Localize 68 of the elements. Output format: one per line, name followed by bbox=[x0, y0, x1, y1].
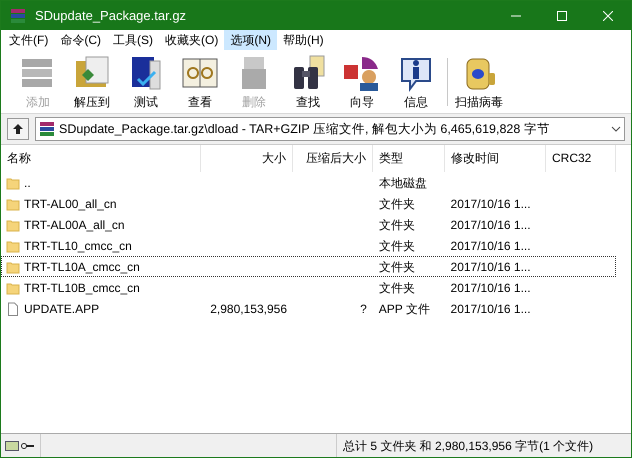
close-icon bbox=[603, 10, 613, 20]
dropdown-caret-icon bbox=[611, 124, 621, 134]
column-header[interactable]: CRC32 bbox=[546, 145, 616, 172]
menu-item[interactable]: 命令(C) bbox=[54, 30, 107, 50]
table-cell-text: TRT-TL10B_cmcc_cn bbox=[24, 280, 140, 296]
table-cell-text: 文件夹 bbox=[378, 216, 415, 234]
file-icon bbox=[6, 302, 20, 316]
table-cell-text: 文件夹 bbox=[378, 196, 415, 212]
table-cell-text: TRT-TL10A_cmcc_cn bbox=[24, 258, 140, 276]
table-cell-text: .. bbox=[24, 174, 31, 192]
table-cell-text: 文件夹 bbox=[378, 280, 415, 296]
table-cell-text: 2017/10/16 1... bbox=[450, 280, 531, 296]
toolbar-button[interactable]: 测试 bbox=[119, 52, 173, 110]
toolbar-button[interactable]: 解压到 bbox=[65, 52, 119, 110]
address-text: SDupdate_Package.tar.gz\dload - TAR+GZIP 压缩文件, 解包大小为 6,465,619,828 字节 bbox=[59, 120, 551, 138]
folder-icon bbox=[6, 176, 20, 190]
status-text: 总计 5 文件夹 和 2,980,153,956 字节(1 个文件) bbox=[336, 434, 631, 457]
table-cell-text: ? bbox=[360, 300, 367, 318]
table-cell-text: 本地磁盘 bbox=[378, 174, 427, 192]
table-cell-text: 2017/10/16 1... bbox=[450, 196, 531, 212]
table-cell-text: UPDATE.APP bbox=[24, 300, 100, 318]
window-title: SDupdate_Package.tar.gz bbox=[35, 6, 188, 25]
address-field[interactable]: SDupdate_Package.tar.gz\dload - TAR+GZIP 压缩文件, 解包大小为 6,465,619,828 字节 bbox=[35, 117, 625, 141]
table-cell-text: APP 文件 bbox=[378, 300, 430, 318]
folder-icon bbox=[6, 280, 20, 294]
file-row[interactable]: .. 本地磁盘 bbox=[1, 172, 616, 193]
column-header[interactable]: 压缩后大小 bbox=[293, 145, 373, 172]
toolbar-button[interactable]: 查看 bbox=[173, 52, 227, 110]
toolbar-button[interactable]: 向导 bbox=[335, 52, 389, 110]
file-row[interactable]: TRT-AL00_all_cn 文件夹 2017/10/16 1... bbox=[1, 193, 616, 214]
file-row[interactable]: UPDATE.APP 2,980,153,956 ? APP 文件 2017/10/16 1... bbox=[1, 298, 616, 319]
table-cell-text: 2017/10/16 1... bbox=[450, 238, 531, 254]
table-cell-text: 文件夹 bbox=[378, 238, 415, 254]
toolbar-button[interactable]: 信息 bbox=[389, 52, 443, 110]
table-cell-text: 2,980,153,956 bbox=[210, 300, 287, 318]
archive-books-icon bbox=[9, 6, 27, 24]
folder-icon bbox=[6, 196, 20, 210]
menu-item[interactable]: 收藏夹(O) bbox=[159, 30, 224, 50]
table-cell-text: TRT-AL00A_all_cn bbox=[24, 216, 124, 234]
folder-icon bbox=[6, 218, 20, 232]
file-row[interactable]: TRT-TL10_cmcc_cn 文件夹 2017/10/16 1... bbox=[1, 235, 616, 256]
up-folder-button[interactable] bbox=[7, 118, 29, 140]
table-cell-text: 文件夹 bbox=[378, 258, 415, 276]
column-header[interactable]: 修改时间 bbox=[445, 145, 546, 172]
toolbar-button[interactable]: 扫描病毒 bbox=[452, 52, 506, 110]
archive-books-icon bbox=[39, 121, 55, 137]
menu-item[interactable]: 工具(S) bbox=[107, 30, 159, 50]
file-row[interactable]: TRT-TL10B_cmcc_cn 文件夹 2017/10/16 1... bbox=[1, 277, 616, 298]
table-cell-text: 2017/10/16 1... bbox=[450, 258, 531, 276]
column-header[interactable]: 类型 bbox=[373, 145, 445, 172]
toolbar-button[interactable]: 查找 bbox=[281, 52, 335, 110]
folder-icon bbox=[6, 260, 20, 274]
table-cell-text: 2017/10/16 1... bbox=[450, 300, 531, 318]
menu-item[interactable]: 帮助(H) bbox=[277, 30, 330, 50]
menu-item[interactable]: 选项(N) bbox=[224, 30, 277, 50]
drive-icon bbox=[5, 440, 19, 450]
file-row[interactable]: TRT-AL00A_all_cn 文件夹 2017/10/16 1... bbox=[1, 214, 616, 235]
column-header[interactable]: 名称 bbox=[1, 145, 201, 172]
column-header[interactable]: 大小 bbox=[201, 145, 293, 172]
table-cell-text: TRT-AL00_all_cn bbox=[24, 196, 116, 212]
table-cell-text: TRT-TL10_cmcc_cn bbox=[24, 238, 132, 254]
up-arrow-icon bbox=[12, 123, 24, 135]
key-icon bbox=[21, 442, 35, 450]
menu-item[interactable]: 文件(F) bbox=[3, 30, 54, 50]
file-row[interactable]: TRT-TL10A_cmcc_cn 文件夹 2017/10/16 1... bbox=[1, 256, 616, 277]
table-cell-text: 2017/10/16 1... bbox=[450, 216, 531, 234]
folder-icon bbox=[6, 238, 20, 252]
maximize-icon bbox=[557, 10, 567, 20]
